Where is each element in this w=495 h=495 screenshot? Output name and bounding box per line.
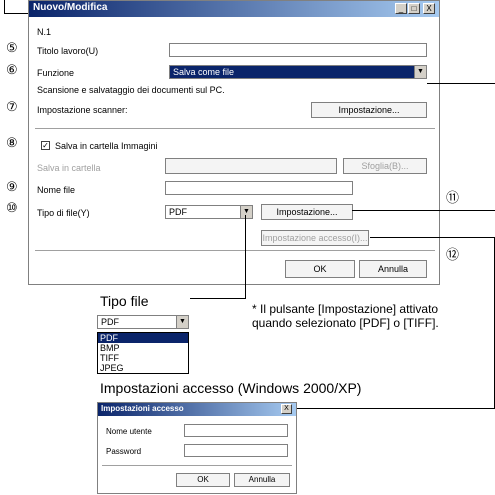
accesso-annulla-button[interactable]: Annulla [234,473,290,487]
funzione-label: Funzione [37,68,75,78]
password-label: Password [106,447,142,456]
titolo-input[interactable] [169,43,427,57]
tipo-file-select[interactable]: PDF ▼ [165,205,253,219]
accesso-title: Impostazioni accesso [101,404,184,413]
leader-accesso-h [296,408,495,409]
callout-bracket [4,0,5,13]
option-tiff[interactable]: TIFF [98,353,188,363]
nome-file-input[interactable] [165,181,353,195]
leader-tipo-file-h [190,298,246,299]
impostazione-accesso-button: Impostazione accesso(I)... [261,230,369,246]
scanner-label: Impostazione scanner: [37,105,128,115]
tipo-file-value: PDF [169,207,187,217]
tipo-file-dropdown[interactable]: PDF ▼ [97,315,189,329]
salva-cartella-input [165,158,337,174]
impostazione-note: * Il pulsante [Impostazione] attivato qu… [252,302,439,330]
option-pdf[interactable]: PDF [98,333,188,343]
callout-12: ⑫ [446,247,460,262]
callout-6: ⑥ [6,62,18,77]
accesso-title-bar: Impostazioni accesso X [98,403,296,416]
callout-7: ⑦ [6,99,18,114]
leader-accesso [370,237,495,238]
funzione-description: Scansione e salvataggio dei documenti su… [37,85,225,95]
salva-immagini-label: Salva in cartella Immagini [55,141,158,151]
nome-utente-input[interactable] [184,424,288,437]
tipo-file-dropdown-value: PDF [101,317,119,327]
tipo-file-label: Tipo di file(Y) [37,208,90,218]
scanner-settings-button[interactable]: Impostazione... [311,102,427,118]
accesso-dialog: Impostazioni accesso X Nome utente Passw… [97,402,297,494]
callout-10: ⑩ [6,200,18,215]
leader-impostazione [352,210,495,211]
annulla-button[interactable]: Annulla [359,260,427,278]
window-title: Nuovo/Modifica [33,2,108,13]
divider [35,250,435,251]
callout-11: ⑪ [446,190,460,205]
divider [35,128,435,129]
sfoglia-button: Sfoglia(B)... [343,158,427,174]
tipo-file-caption: Tipo file [100,293,149,309]
titolo-label: Titolo lavoro(U) [37,46,99,56]
chevron-down-icon[interactable]: ▼ [414,66,426,78]
divider [102,465,292,466]
funzione-value: Salva come file [173,67,235,77]
leader-funzione [427,83,495,84]
salva-immagini-checkbox[interactable]: ✓ [41,141,50,150]
accesso-close-button[interactable]: X [281,404,292,414]
nuovo-modifica-dialog: Nuovo/Modifica _ □ X N.1 Titolo lavoro(U… [28,0,440,285]
callout-8: ⑧ [6,135,18,150]
callout-9: ⑨ [6,179,18,194]
job-number: N.1 [37,27,52,37]
chevron-down-icon[interactable]: ▼ [176,316,188,328]
chevron-down-icon[interactable]: ▼ [240,206,252,218]
tipo-file-options: PDF BMP TIFF JPEG [97,332,189,374]
callout-bracket-h [4,13,28,14]
salva-cartella-label: Salva in cartella [37,163,101,173]
maximize-button[interactable]: □ [408,3,420,14]
leader-tipo-file [245,215,246,299]
callout-5: ⑤ [6,40,18,55]
nome-utente-label: Nome utente [106,427,152,436]
impostazione-button[interactable]: Impostazione... [261,204,353,220]
option-jpeg[interactable]: JPEG [98,363,188,373]
title-bar: Nuovo/Modifica _ □ X [29,1,439,17]
funzione-select[interactable]: Salva come file ▼ [169,65,427,79]
nome-file-label: Nome file [37,185,76,195]
minimize-button[interactable]: _ [395,3,407,14]
accesso-ok-button[interactable]: OK [176,473,230,487]
password-input[interactable] [184,444,288,457]
close-button[interactable]: X [423,3,435,14]
option-bmp[interactable]: BMP [98,343,188,353]
ok-button[interactable]: OK [285,260,355,278]
accesso-caption: Impostazioni accesso (Windows 2000/XP) [100,380,362,396]
